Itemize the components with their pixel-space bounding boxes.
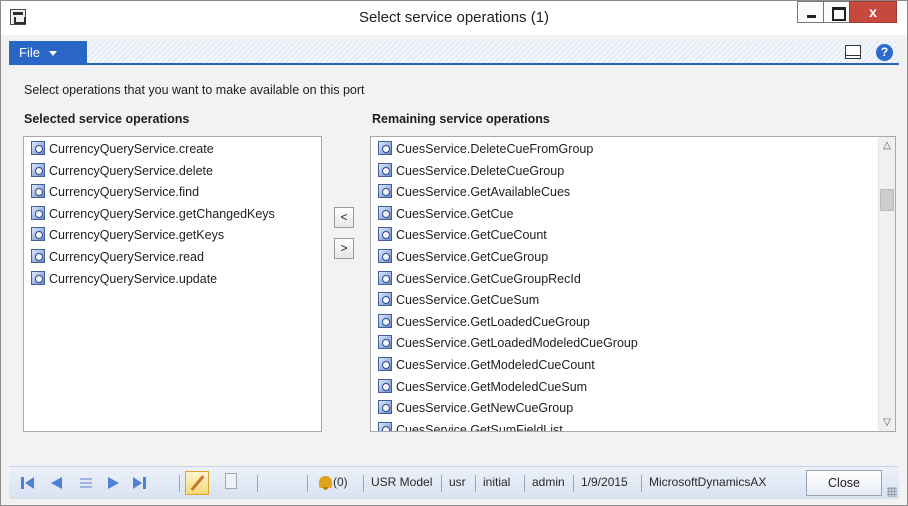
list-item[interactable]: CuesService.GetCue	[371, 204, 878, 226]
instruction-text: Select operations that you want to make …	[24, 83, 365, 97]
status-bar: (0) USR Model usr initial admin 1/9/2015…	[9, 466, 899, 499]
maximize-button[interactable]	[823, 1, 850, 23]
service-operation-icon	[378, 184, 392, 199]
divider	[307, 475, 308, 492]
chevron-down-icon	[48, 51, 57, 57]
first-record-icon[interactable]	[21, 476, 35, 490]
list-item[interactable]: CuesService.GetSumFieldList	[371, 420, 878, 431]
service-operation-icon	[378, 227, 392, 242]
window-title: Select service operations (1)	[358, 9, 550, 26]
remove-operation-button[interactable]: <	[334, 207, 354, 228]
resize-grip-icon[interactable]	[887, 487, 897, 497]
fact-box-toggle-icon[interactable]	[845, 45, 861, 59]
list-item[interactable]: CuesService.GetCueSum	[371, 290, 878, 312]
scroll-down-icon[interactable]: ▽	[879, 414, 895, 431]
help-icon[interactable]: ?	[876, 44, 893, 61]
divider	[257, 475, 258, 492]
edit-mode-pencil-icon[interactable]	[185, 471, 209, 495]
title-bar: Select service operations (1) x	[1, 1, 907, 35]
close-button[interactable]: Close	[806, 470, 882, 496]
divider	[475, 475, 476, 492]
service-operation-icon	[31, 184, 45, 199]
list-item[interactable]: CuesService.GetCueGroupRecId	[371, 269, 878, 291]
model-label: USR Model	[371, 475, 433, 489]
list-item[interactable]: CuesService.GetCueCount	[371, 225, 878, 247]
notification-count[interactable]: (0)	[333, 475, 348, 489]
close-window-button[interactable]: x	[849, 1, 897, 23]
last-record-icon[interactable]	[133, 476, 147, 490]
list-item[interactable]: CuesService.GetNewCueGroup	[371, 398, 878, 420]
service-operation-icon	[378, 292, 392, 307]
list-item[interactable]: CuesService.GetCueGroup	[371, 247, 878, 269]
list-item[interactable]: CuesService.GetLoadedCueGroup	[371, 312, 878, 334]
divider	[524, 475, 525, 492]
service-operation-icon	[378, 313, 392, 328]
service-operation-icon	[31, 270, 45, 285]
service-operation-icon	[31, 162, 45, 177]
remaining-operations-label: Remaining service operations	[372, 112, 550, 126]
file-menu-button[interactable]: File	[9, 41, 87, 65]
previous-record-icon[interactable]	[49, 476, 63, 490]
file-menu-label: File	[19, 45, 40, 60]
list-item[interactable]: CurrencyQueryService.update	[24, 269, 321, 291]
service-operation-icon	[378, 356, 392, 371]
partition-label: MicrosoftDynamicsAX	[649, 475, 767, 489]
service-operation-icon	[378, 248, 392, 263]
list-item[interactable]: CuesService.GetModeledCueSum	[371, 377, 878, 399]
attachment-icon[interactable]	[225, 473, 237, 489]
service-operation-icon	[31, 227, 45, 242]
grid-view-icon[interactable]	[79, 476, 93, 490]
scroll-up-icon[interactable]: △	[879, 137, 895, 154]
list-item[interactable]: CurrencyQueryService.create	[24, 139, 321, 161]
divider	[573, 475, 574, 492]
bell-icon[interactable]	[319, 476, 332, 490]
list-item[interactable]: CuesService.GetModeledCueCount	[371, 355, 878, 377]
service-operation-icon	[31, 141, 45, 155]
next-record-icon[interactable]	[106, 476, 120, 490]
divider	[641, 475, 642, 492]
ribbon: File ?	[9, 41, 899, 65]
divider	[179, 475, 180, 492]
service-operation-icon	[378, 141, 392, 155]
service-operation-icon	[378, 378, 392, 393]
minimize-button[interactable]	[797, 1, 824, 23]
list-item[interactable]: CuesService.DeleteCueGroup	[371, 161, 878, 183]
date-label: 1/9/2015	[581, 475, 628, 489]
service-operation-icon	[31, 205, 45, 220]
list-item[interactable]: CurrencyQueryService.delete	[24, 161, 321, 183]
selected-operations-list[interactable]: CurrencyQueryService.create CurrencyQuer…	[23, 136, 322, 432]
service-operation-icon	[378, 335, 392, 350]
list-item[interactable]: CurrencyQueryService.getChangedKeys	[24, 204, 321, 226]
service-operation-icon	[378, 270, 392, 285]
list-item[interactable]: CuesService.DeleteCueFromGroup	[371, 139, 878, 161]
service-operation-icon	[378, 421, 392, 431]
divider	[363, 475, 364, 492]
service-operation-icon	[378, 400, 392, 415]
selected-operations-label: Selected service operations	[24, 112, 190, 126]
initial-label: initial	[483, 475, 511, 489]
select-service-operations-dialog: Select service operations (1) x File ? S…	[0, 0, 908, 506]
layer-label: usr	[449, 475, 466, 489]
list-item[interactable]: CurrencyQueryService.getKeys	[24, 225, 321, 247]
service-operation-icon	[378, 205, 392, 220]
user-label: admin	[532, 475, 565, 489]
divider	[441, 475, 442, 492]
list-item[interactable]: CurrencyQueryService.read	[24, 247, 321, 269]
list-item[interactable]: CuesService.GetLoadedModeledCueGroup	[371, 333, 878, 355]
vertical-scrollbar[interactable]: △ ▽	[878, 137, 895, 431]
scroll-thumb[interactable]	[880, 189, 894, 211]
add-operation-button[interactable]: >	[334, 238, 354, 259]
service-operation-icon	[31, 248, 45, 263]
remaining-operations-list[interactable]: CuesService.DeleteCueFromGroup CuesServi…	[370, 136, 896, 432]
service-operation-icon	[378, 162, 392, 177]
list-item[interactable]: CuesService.GetAvailableCues	[371, 182, 878, 204]
list-item[interactable]: CurrencyQueryService.find	[24, 182, 321, 204]
